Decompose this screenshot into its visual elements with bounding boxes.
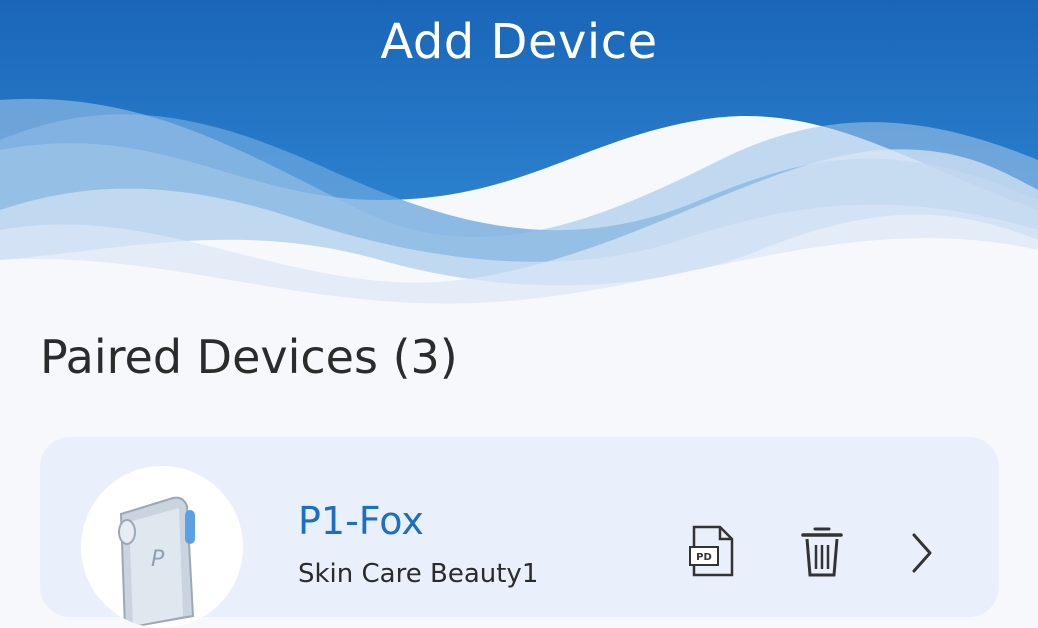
trash-icon <box>801 527 843 577</box>
device-card[interactable]: P P1-Fox Skin Care Beauty1 PD <box>40 437 999 628</box>
delete-button[interactable] <box>797 523 847 579</box>
svg-text:PD: PD <box>696 552 712 563</box>
pdf-button[interactable]: PD <box>688 523 738 579</box>
device-logo-text: P <box>151 547 165 572</box>
pdf-icon: PD <box>689 525 734 577</box>
header-banner: Add Device <box>0 0 1038 330</box>
open-device-button[interactable] <box>902 525 942 581</box>
chevron-right-icon <box>912 533 932 573</box>
page-title: Add Device <box>380 14 658 70</box>
device-subtitle: Skin Care Beauty1 <box>298 559 539 589</box>
device-image: P <box>81 466 243 628</box>
paired-devices-heading: Paired Devices (3) <box>40 330 458 384</box>
device-name[interactable]: P1-Fox <box>298 499 424 543</box>
